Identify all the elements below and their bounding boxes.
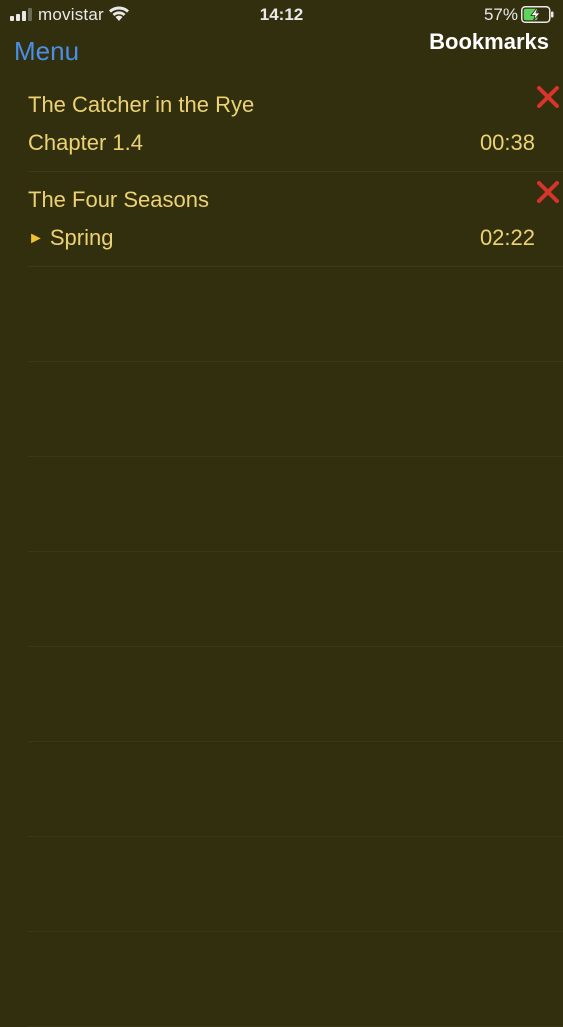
empty-row [28,552,563,647]
bookmark-list: The Catcher in the Rye Chapter 1.4 00:38… [0,77,563,1027]
delete-icon[interactable] [536,85,560,109]
menu-back-button[interactable]: Menu [14,36,79,67]
empty-row [28,837,563,932]
empty-row [28,457,563,552]
battery-percent: 57% [483,5,518,24]
status-bar: movistar 14:12 57% [0,0,563,30]
bookmark-title: The Catcher in the Rye [28,92,255,117]
battery-charging-icon [521,6,554,23]
status-time: 14:12 [259,5,304,24]
delete-icon[interactable] [536,180,560,204]
bookmark-subtitle: Spring [49,225,114,250]
bookmark-subtitle: Chapter 1.4 [28,130,143,155]
bookmark-row[interactable]: The Catcher in the Rye Chapter 1.4 00:38 [28,77,563,172]
bookmark-title: The Four Seasons [28,187,209,212]
play-icon: ► [28,230,44,247]
bookmark-time: 00:38 [479,130,535,155]
bookmark-row[interactable]: The Four Seasons ► Spring 02:22 [28,172,563,267]
bookmark-time: 02:22 [479,225,535,250]
empty-row [28,362,563,457]
bookmark-chapter: ► Spring [28,225,113,251]
empty-row [28,267,563,362]
page-title: Bookmarks [429,29,549,54]
empty-row [28,932,563,1027]
empty-row [28,742,563,837]
empty-row [28,647,563,742]
bookmark-chapter: Chapter 1.4 [28,130,143,156]
